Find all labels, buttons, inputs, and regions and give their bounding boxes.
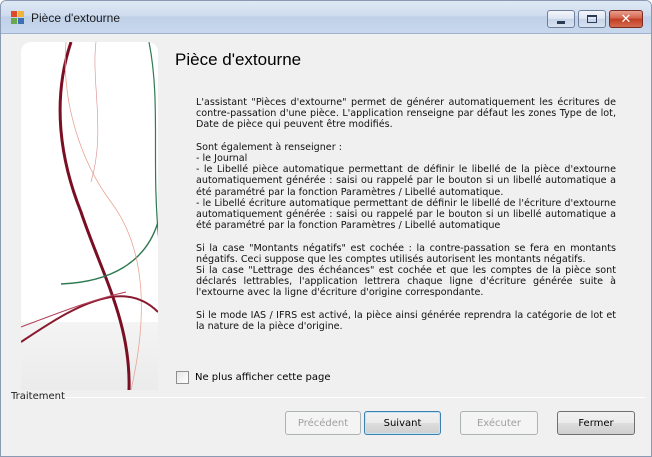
previous-button[interactable]: Précédent bbox=[285, 411, 361, 435]
paragraph: - le Libellé écriture automatique permet… bbox=[196, 197, 616, 232]
paragraph: Si la case "Montants négatifs" est coché… bbox=[196, 242, 616, 265]
paragraph: L'assistant "Pièces d'extourne" permet d… bbox=[196, 97, 616, 131]
paragraph: - le Journal bbox=[196, 153, 248, 164]
minimize-icon bbox=[557, 20, 565, 24]
group-divider bbox=[65, 397, 645, 398]
page-title: Pièce d'extourne bbox=[175, 50, 302, 69]
wizard-window: Pièce d'extourne ✕ Pièce d'extourne L'as… bbox=[0, 0, 652, 457]
description-text: L'assistant "Pièces d'extourne" permet d… bbox=[196, 97, 616, 332]
next-button[interactable]: Suivant bbox=[364, 411, 441, 435]
app-icon bbox=[11, 11, 25, 25]
minimize-button[interactable] bbox=[547, 10, 575, 28]
wizard-side-illustration bbox=[21, 42, 158, 390]
close-icon: ✕ bbox=[620, 11, 632, 27]
maximize-icon bbox=[587, 15, 597, 23]
close-button[interactable]: Fermer bbox=[557, 411, 635, 435]
maximize-button[interactable] bbox=[578, 10, 606, 28]
dont-show-again-checkbox[interactable] bbox=[176, 371, 189, 384]
dont-show-again-label[interactable]: Ne plus afficher cette page bbox=[195, 372, 331, 383]
paragraph: Si le mode IAS / IFRS est activé, la piè… bbox=[196, 309, 616, 333]
paragraph: - le Libellé pièce automatique permettan… bbox=[196, 164, 616, 198]
window-title: Pièce d'extourne bbox=[31, 11, 121, 25]
decorative-curves-icon bbox=[21, 42, 158, 390]
dont-show-again-row[interactable]: Ne plus afficher cette page bbox=[176, 371, 331, 384]
execute-button[interactable]: Exécuter bbox=[460, 411, 538, 435]
title-bar[interactable]: Pièce d'extourne ✕ bbox=[1, 1, 651, 34]
paragraph: Si la case "Lettrage des échéances" est … bbox=[196, 265, 616, 299]
processing-group-label: Traitement bbox=[11, 391, 65, 402]
close-window-button[interactable]: ✕ bbox=[609, 10, 643, 28]
paragraph: Sont également à renseigner : bbox=[196, 141, 342, 153]
